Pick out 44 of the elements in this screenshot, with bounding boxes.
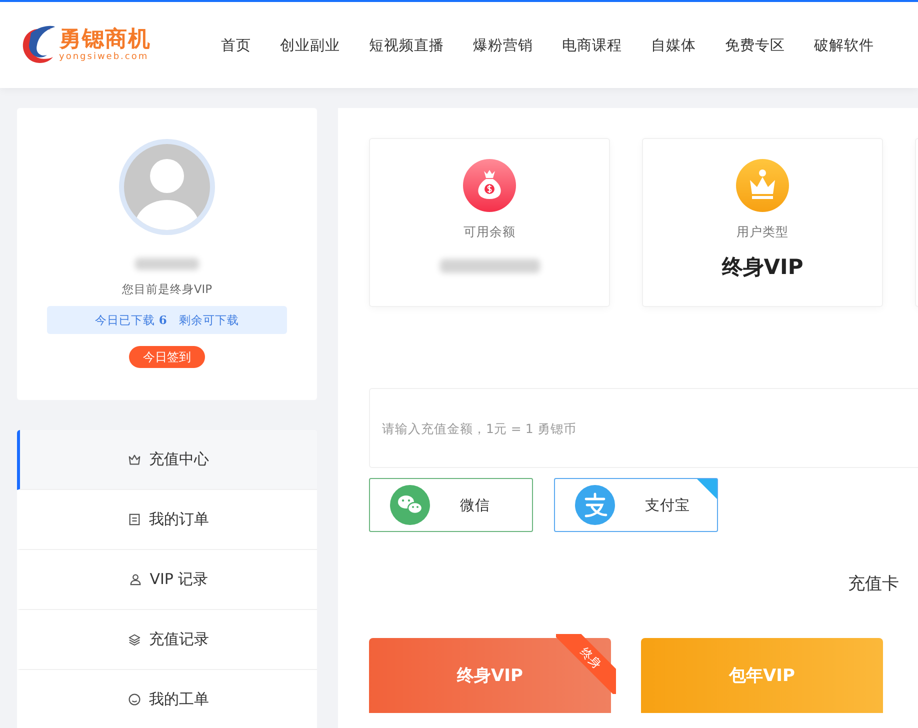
nav-link[interactable]: 爆粉营销 [473, 36, 533, 54]
logo-domain: yongsiweb.com [59, 52, 150, 62]
crown-icon [128, 453, 141, 466]
download-count-banner: 今日已下载 6 剩余可下载 [47, 306, 287, 334]
menu-item[interactable]: 充值中心 [17, 430, 317, 490]
smile-icon [128, 693, 141, 706]
plan-title: 终身VIP [457, 665, 523, 687]
document-icon [128, 513, 141, 526]
vip-status-text: 您目前是终身VIP [122, 282, 212, 297]
menu-item-label: 我的工单 [149, 690, 209, 709]
menu-item[interactable]: VIP 记录 [17, 550, 317, 610]
amount-input-field[interactable]: 请输入充值金额，1元 = 1 勇锶币 [369, 388, 918, 468]
selected-corner-icon [697, 479, 717, 499]
logo-title: 勇锶商机 [59, 28, 151, 52]
stat-label: 用户类型 [736, 224, 788, 241]
stat-value: 终身VIP [722, 254, 804, 281]
nav-link[interactable]: 首页 [221, 36, 251, 54]
nav-link[interactable]: 免费专区 [725, 36, 785, 54]
avatar-silhouette-icon [118, 138, 216, 236]
corner-ribbon: 终身 [556, 634, 616, 694]
nav-link[interactable]: 创业副业 [280, 36, 340, 54]
menu-item-label: 充值中心 [149, 450, 209, 469]
menu-item-label: 充值记录 [149, 630, 209, 649]
payment-option[interactable]: 微信 [369, 478, 533, 532]
menu-item-label: VIP 记录 [150, 570, 208, 589]
section-title: 充值卡 [848, 573, 900, 595]
chat-bubbles-icon [390, 485, 430, 525]
crown-badge-icon [736, 159, 789, 212]
menu-item[interactable]: 我的订单 [17, 490, 317, 550]
menu-item[interactable]: 充值记录 [17, 610, 317, 670]
plan-title: 包年VIP [729, 665, 795, 687]
layers-icon [128, 633, 141, 646]
blurred-username [135, 258, 199, 270]
nav-link[interactable]: 电商课程 [562, 36, 622, 54]
money-bag-icon [463, 159, 516, 212]
user-icon [128, 573, 142, 586]
alipay-glyph-icon [575, 485, 615, 525]
nav-link[interactable]: 自媒体 [651, 36, 696, 54]
menu-item[interactable]: 我的工单 [17, 670, 317, 728]
nav-link[interactable]: 破解软件 [814, 36, 874, 54]
nav-link[interactable]: 短视频直播 [369, 36, 444, 54]
stat-label: 可用余额 [464, 224, 516, 241]
payment-option[interactable]: 支付宝 [554, 478, 718, 532]
menu-item-label: 我的订单 [149, 510, 209, 529]
